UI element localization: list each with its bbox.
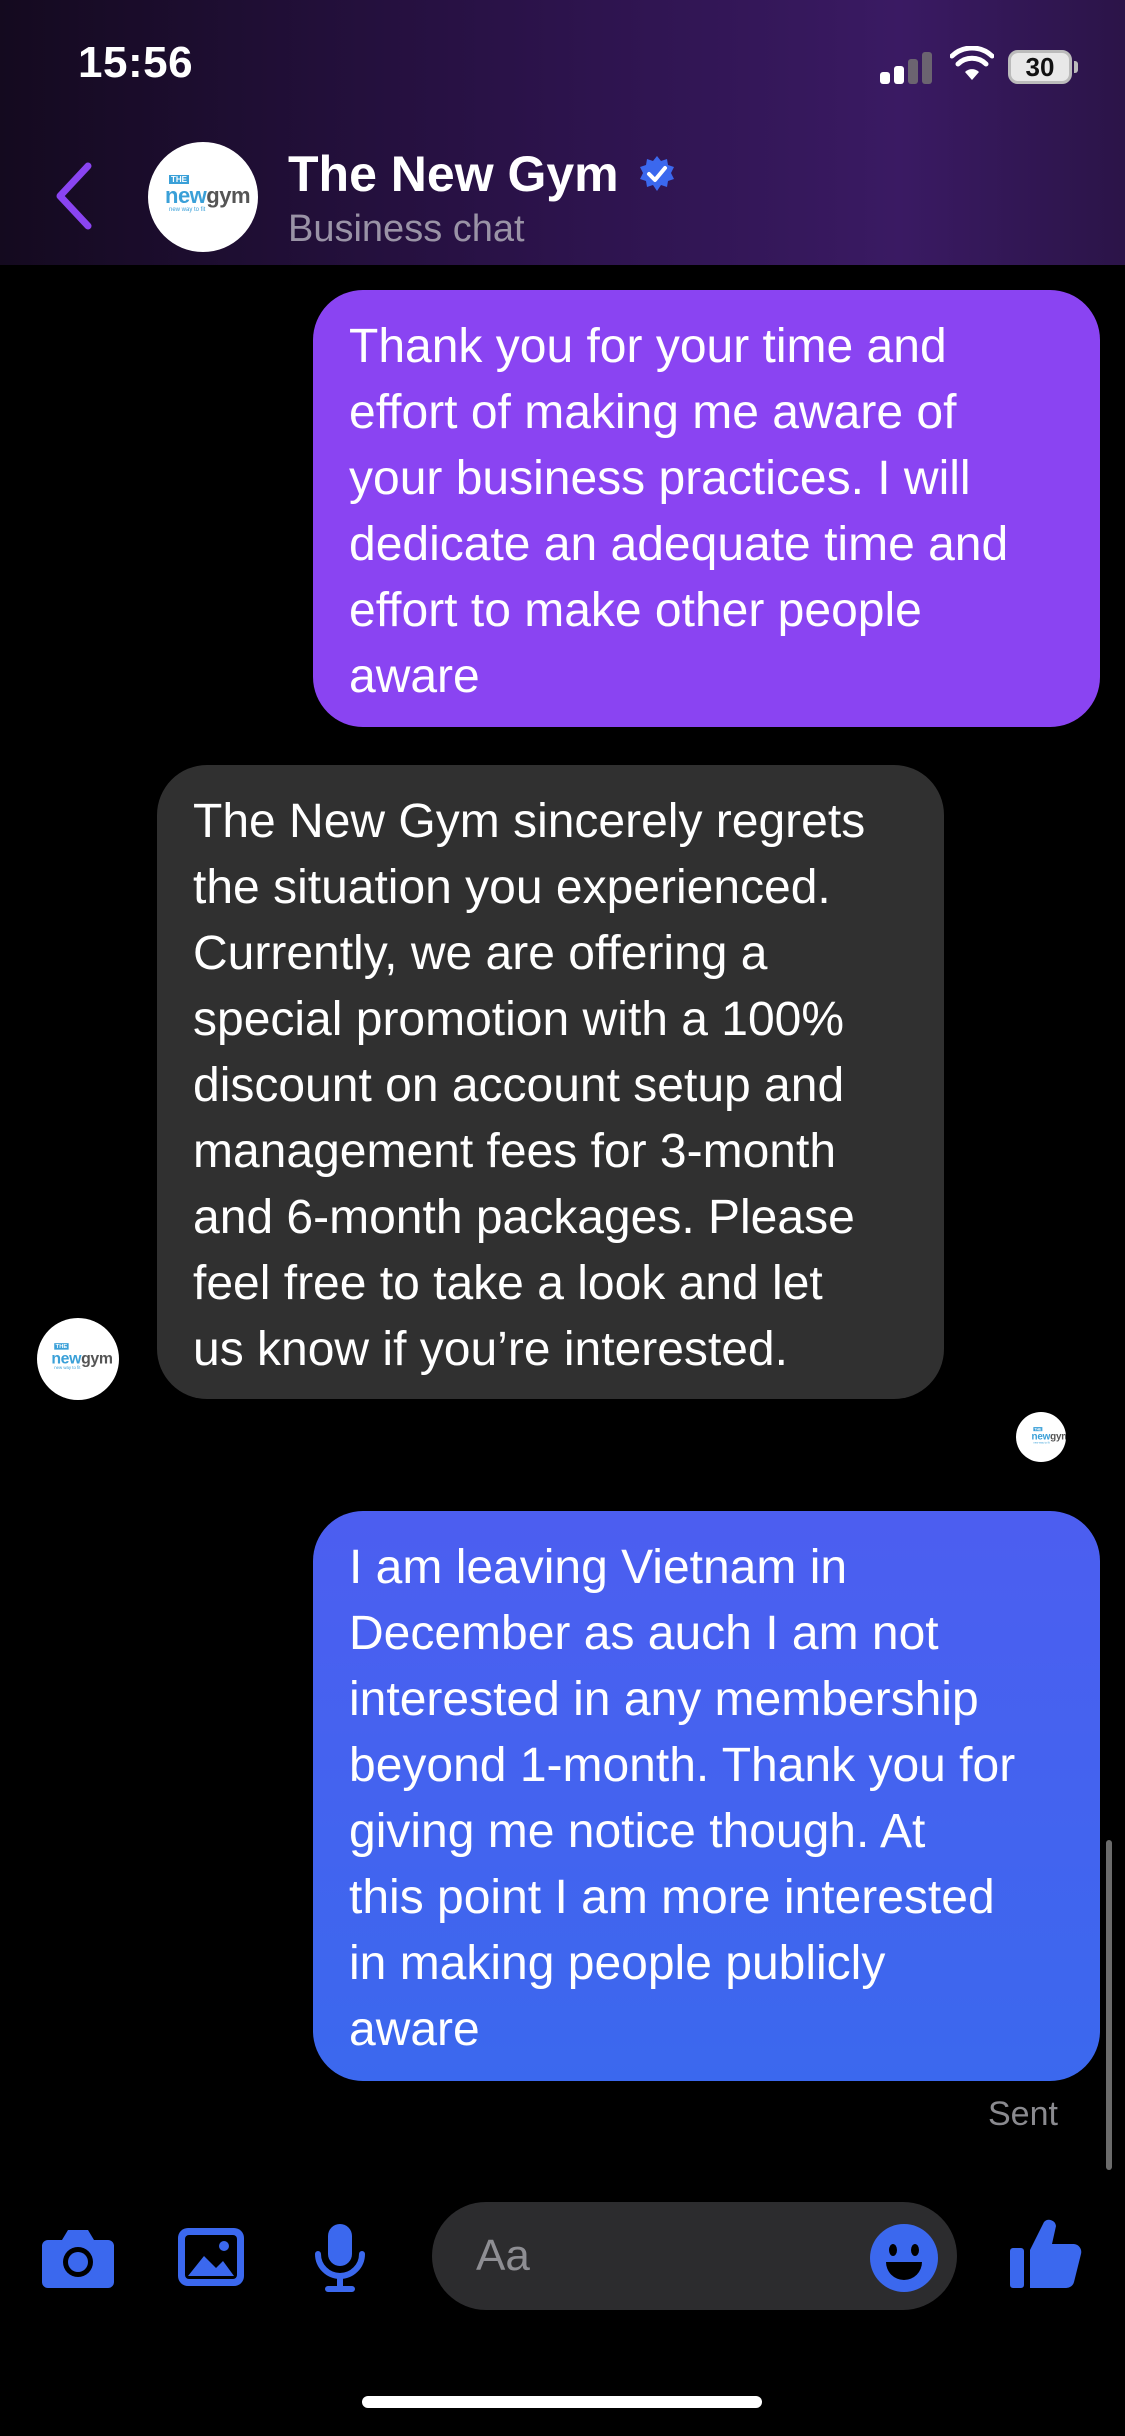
messenger-chat-screen: 15:56 30 THE newgym new way to fit The N… xyxy=(0,0,1125,2436)
business-avatar[interactable]: THE newgym new way to fit xyxy=(148,142,258,252)
message-input[interactable] xyxy=(476,2226,836,2286)
scrollbar[interactable] xyxy=(1106,1840,1112,2170)
battery-icon: 30 xyxy=(1008,50,1078,84)
camera-icon[interactable] xyxy=(40,2222,116,2292)
business-avatar-small[interactable]: THE newgym new way to fit xyxy=(37,1318,119,1400)
cellular-signal-icon xyxy=(880,50,936,84)
microphone-icon[interactable] xyxy=(310,2222,370,2292)
emoji-icon[interactable] xyxy=(868,2222,940,2294)
verified-badge-icon xyxy=(640,156,674,191)
chat-title[interactable]: The New Gym xyxy=(288,145,619,203)
home-indicator[interactable] xyxy=(362,2396,762,2408)
read-receipt-avatar: THE newgym new way to fit xyxy=(1016,1412,1066,1462)
wifi-icon xyxy=(950,46,994,80)
thumbs-up-icon[interactable] xyxy=(1008,2214,1084,2292)
incoming-message[interactable]: The New Gym sincerely regrets the situat… xyxy=(157,765,944,1399)
status-time: 15:56 xyxy=(78,38,194,87)
outgoing-message[interactable]: Thank you for your time and effort of ma… xyxy=(313,290,1100,727)
new-gym-logo: THE newgym new way to fit xyxy=(1031,1427,1066,1445)
battery-percentage: 30 xyxy=(1025,52,1055,82)
chat-subtitle: Business chat xyxy=(288,208,525,250)
message-status: Sent xyxy=(988,2095,1058,2133)
new-gym-logo: THE newgym new way to fit xyxy=(51,1343,113,1371)
new-gym-logo: THE newgym new way to fit xyxy=(165,175,251,213)
photo-gallery-icon[interactable] xyxy=(176,2222,246,2292)
outgoing-message[interactable]: I am leaving Vietnam in December as auch… xyxy=(313,1511,1100,2081)
back-arrow-icon[interactable] xyxy=(50,160,100,232)
